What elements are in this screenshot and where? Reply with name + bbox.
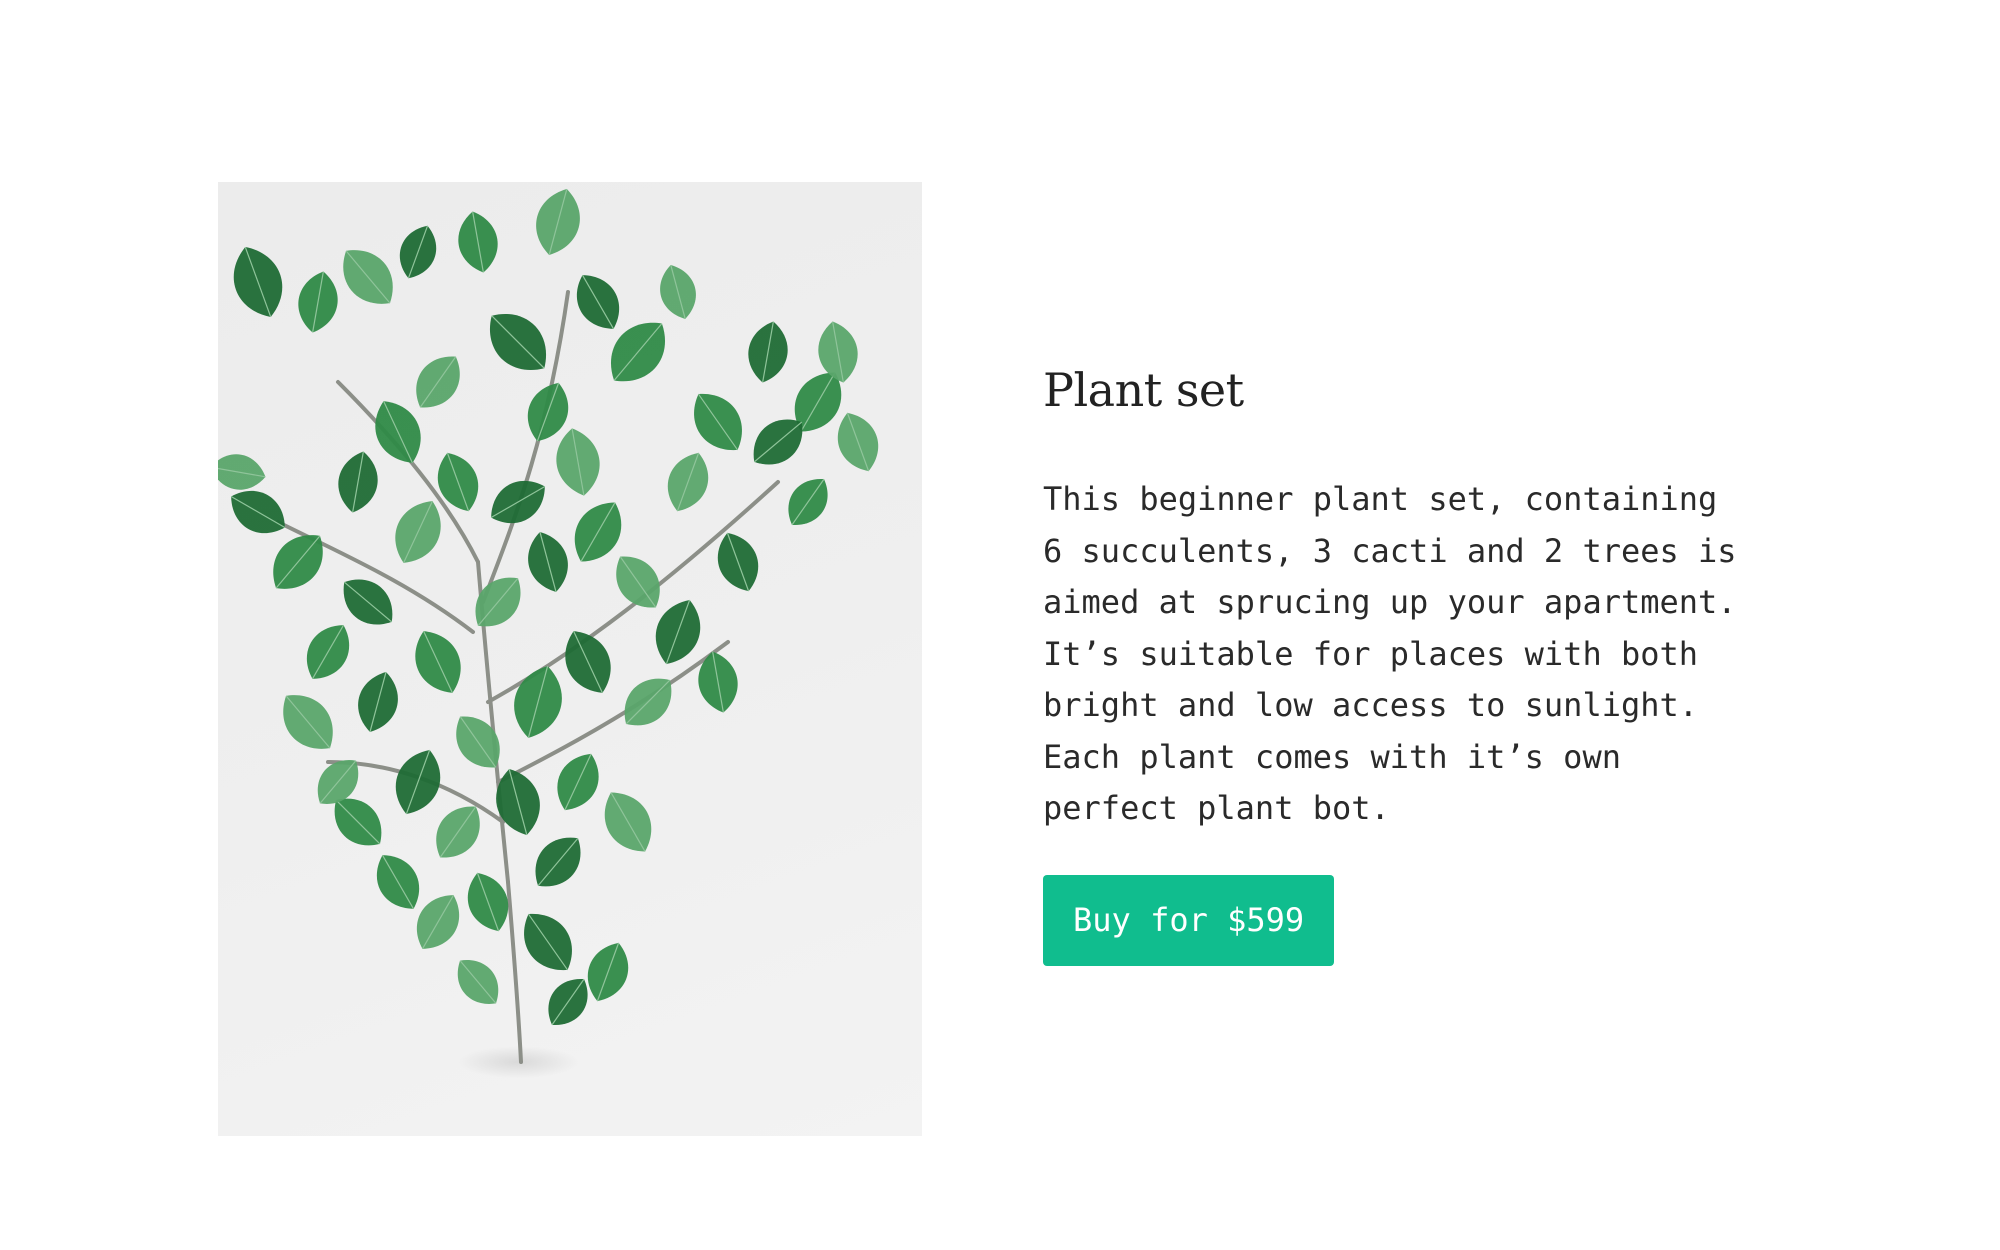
buy-button[interactable]: Buy for $599 xyxy=(1043,874,1335,966)
plant-photo-icon xyxy=(218,188,879,1078)
plant-image xyxy=(218,182,922,1136)
product-details: Plant set This beginner plant set, conta… xyxy=(1043,360,1763,966)
product-title: Plant set xyxy=(1043,363,1244,417)
product-page: Plant set This beginner plant set, conta… xyxy=(0,0,2000,1250)
leaf-icon xyxy=(218,454,266,490)
product-description: This beginner plant set, containing 6 su… xyxy=(1043,480,1737,827)
